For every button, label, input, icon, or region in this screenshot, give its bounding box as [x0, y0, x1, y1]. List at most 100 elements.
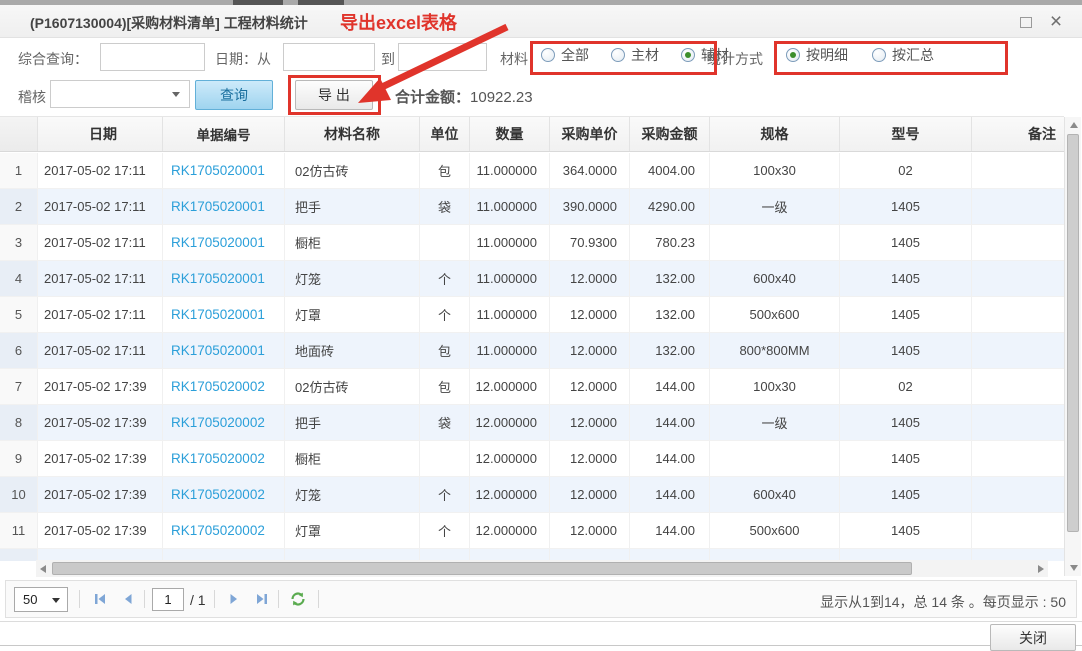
cell-model: 1405	[840, 513, 972, 548]
header-spec[interactable]: 规格	[710, 117, 840, 151]
cell-amount: 144.00	[630, 369, 710, 404]
query-label: 综合查询：	[18, 49, 88, 69]
scroll-left-icon[interactable]	[40, 565, 46, 573]
radio-icon	[681, 48, 695, 62]
cell-model: 1405	[840, 297, 972, 332]
cell-amount: 132.00	[630, 261, 710, 296]
cell-doc-no: RK1705020001	[163, 153, 285, 188]
table-row[interactable]: 3 2017-05-02 17:11 RK1705020001 橱柜 11.00…	[0, 225, 1064, 261]
export-materials-dialog: { "window": { "title": "(P1607130004)[采购…	[0, 0, 1082, 645]
cell-material-name: 02仿古砖	[285, 369, 420, 404]
table-row[interactable]: 2 2017-05-02 17:11 RK1705020001 把手 袋 11.…	[0, 189, 1064, 225]
cell-date: 2017-05-02 17:11	[38, 261, 163, 296]
doc-no-link[interactable]: RK1705020002	[171, 451, 265, 466]
footer-divider	[0, 621, 1082, 622]
chevron-down-icon	[52, 598, 60, 603]
cell-doc-no: RK1705020001	[163, 333, 285, 368]
radio-stat-detail[interactable]: 按明细	[786, 45, 848, 65]
refresh-button[interactable]	[286, 588, 310, 610]
cell-doc-no: RK1705020001	[163, 189, 285, 224]
cell-unit-price: 12.0000	[550, 405, 630, 440]
close-button[interactable]: ×	[1046, 12, 1066, 32]
cell-material-name: 灯罩	[285, 297, 420, 332]
table-row[interactable]: 11 2017-05-02 17:39 RK1705020002 灯罩 个 12…	[0, 513, 1064, 549]
table-row[interactable]: 4 2017-05-02 17:11 RK1705020001 灯笼 个 11.…	[0, 261, 1064, 297]
table-row[interactable]: 10 2017-05-02 17:39 RK1705020002 灯笼 个 12…	[0, 477, 1064, 513]
cell-remark	[972, 153, 1064, 188]
doc-no-link[interactable]: RK1705020002	[171, 487, 265, 502]
export-button[interactable]: 导 出	[295, 80, 373, 110]
next-page-button[interactable]	[222, 588, 246, 610]
cell-spec: 一级	[710, 405, 840, 440]
radio-material-main[interactable]: 主材	[611, 45, 659, 65]
doc-no-link[interactable]: RK1705020002	[171, 379, 265, 394]
header-doc-no[interactable]: 单据编号	[163, 117, 285, 151]
cell-unit: 包	[420, 369, 470, 404]
date-from-label: 日期：从	[215, 49, 271, 69]
cell-unit-price: 12.0000	[550, 513, 630, 548]
table-row[interactable]: 1 2017-05-02 17:11 RK1705020001 02仿古砖 包 …	[0, 153, 1064, 189]
cell-amount: 132.00	[630, 297, 710, 332]
table-header-row: 日期 单据编号 材料名称 单位 数量 采购单价 采购金额 规格 型号 备注	[0, 116, 1064, 152]
horizontal-scrollbar[interactable]	[36, 560, 1048, 577]
cell-quantity: 11.000000	[470, 297, 550, 332]
doc-no-link[interactable]: RK1705020001	[171, 199, 265, 214]
page-number-input[interactable]	[152, 588, 184, 611]
pagination-bar: 50 / 1 显示从1到14，总 14 条 。每页显示 : 50	[5, 580, 1077, 618]
cell-amount: 780.23	[630, 225, 710, 260]
table-row[interactable]: 5 2017-05-02 17:11 RK1705020001 灯罩 个 11.…	[0, 297, 1064, 333]
header-remark[interactable]: 备注	[972, 117, 1064, 151]
scroll-up-icon[interactable]	[1070, 122, 1078, 128]
prev-page-button[interactable]	[116, 588, 140, 610]
cell-date: 2017-05-02 17:39	[38, 405, 163, 440]
maximize-button[interactable]	[1016, 12, 1036, 32]
horizontal-scrollbar-thumb[interactable]	[52, 562, 912, 575]
date-to-input[interactable]	[398, 43, 487, 71]
vertical-scrollbar-thumb[interactable]	[1067, 134, 1079, 532]
search-button[interactable]: 查询	[195, 80, 273, 110]
header-date[interactable]: 日期	[38, 117, 163, 151]
cell-index: 2	[0, 189, 38, 224]
page-size-select[interactable]: 50	[14, 587, 68, 612]
doc-no-link[interactable]: RK1705020001	[171, 271, 265, 286]
doc-no-link[interactable]: RK1705020001	[171, 163, 265, 178]
date-from-input[interactable]	[283, 43, 375, 71]
cell-remark	[972, 189, 1064, 224]
table-row[interactable]: 6 2017-05-02 17:11 RK1705020001 地面砖 包 11…	[0, 333, 1064, 369]
cell-material-name: 橱柜	[285, 441, 420, 476]
table-row[interactable]: 7 2017-05-02 17:39 RK1705020002 02仿古砖 包 …	[0, 369, 1064, 405]
doc-no-link[interactable]: RK1705020002	[171, 415, 265, 430]
audit-dropdown[interactable]	[50, 80, 190, 108]
cell-quantity: 12.000000	[470, 477, 550, 512]
cell-index: 4	[0, 261, 38, 296]
radio-stat-summary[interactable]: 按汇总	[872, 45, 934, 65]
doc-no-link[interactable]: RK1705020001	[171, 235, 265, 250]
header-quantity[interactable]: 数量	[470, 117, 550, 151]
cell-amount: 4004.00	[630, 153, 710, 188]
last-page-button[interactable]	[250, 588, 274, 610]
scroll-right-icon[interactable]	[1038, 565, 1044, 573]
table-row[interactable]: 8 2017-05-02 17:39 RK1705020002 把手 袋 12.…	[0, 405, 1064, 441]
radio-material-all[interactable]: 全部	[541, 45, 589, 65]
doc-no-link[interactable]: RK1705020001	[171, 343, 265, 358]
header-unit-price[interactable]: 采购单价	[550, 117, 630, 151]
header-unit[interactable]: 单位	[420, 117, 470, 151]
scroll-down-icon[interactable]	[1070, 565, 1078, 571]
radio-label: 全部	[561, 45, 589, 65]
doc-no-link[interactable]: RK1705020002	[171, 523, 265, 538]
cell-quantity: 12.000000	[470, 441, 550, 476]
first-page-button[interactable]	[88, 588, 112, 610]
cell-model: 1405	[840, 405, 972, 440]
radio-icon	[872, 48, 886, 62]
header-material-name[interactable]: 材料名称	[285, 117, 420, 151]
cell-unit-price: 12.0000	[550, 333, 630, 368]
dialog-close-button[interactable]: 关闭	[990, 624, 1076, 651]
query-input[interactable]	[100, 43, 205, 71]
table-row[interactable]: 9 2017-05-02 17:39 RK1705020002 橱柜 12.00…	[0, 441, 1064, 477]
cell-quantity: 12.000000	[470, 369, 550, 404]
header-amount[interactable]: 采购金额	[630, 117, 710, 151]
doc-no-link[interactable]: RK1705020001	[171, 307, 265, 322]
cell-date: 2017-05-02 17:11	[38, 189, 163, 224]
vertical-scrollbar[interactable]	[1064, 117, 1081, 576]
header-model[interactable]: 型号	[840, 117, 972, 151]
